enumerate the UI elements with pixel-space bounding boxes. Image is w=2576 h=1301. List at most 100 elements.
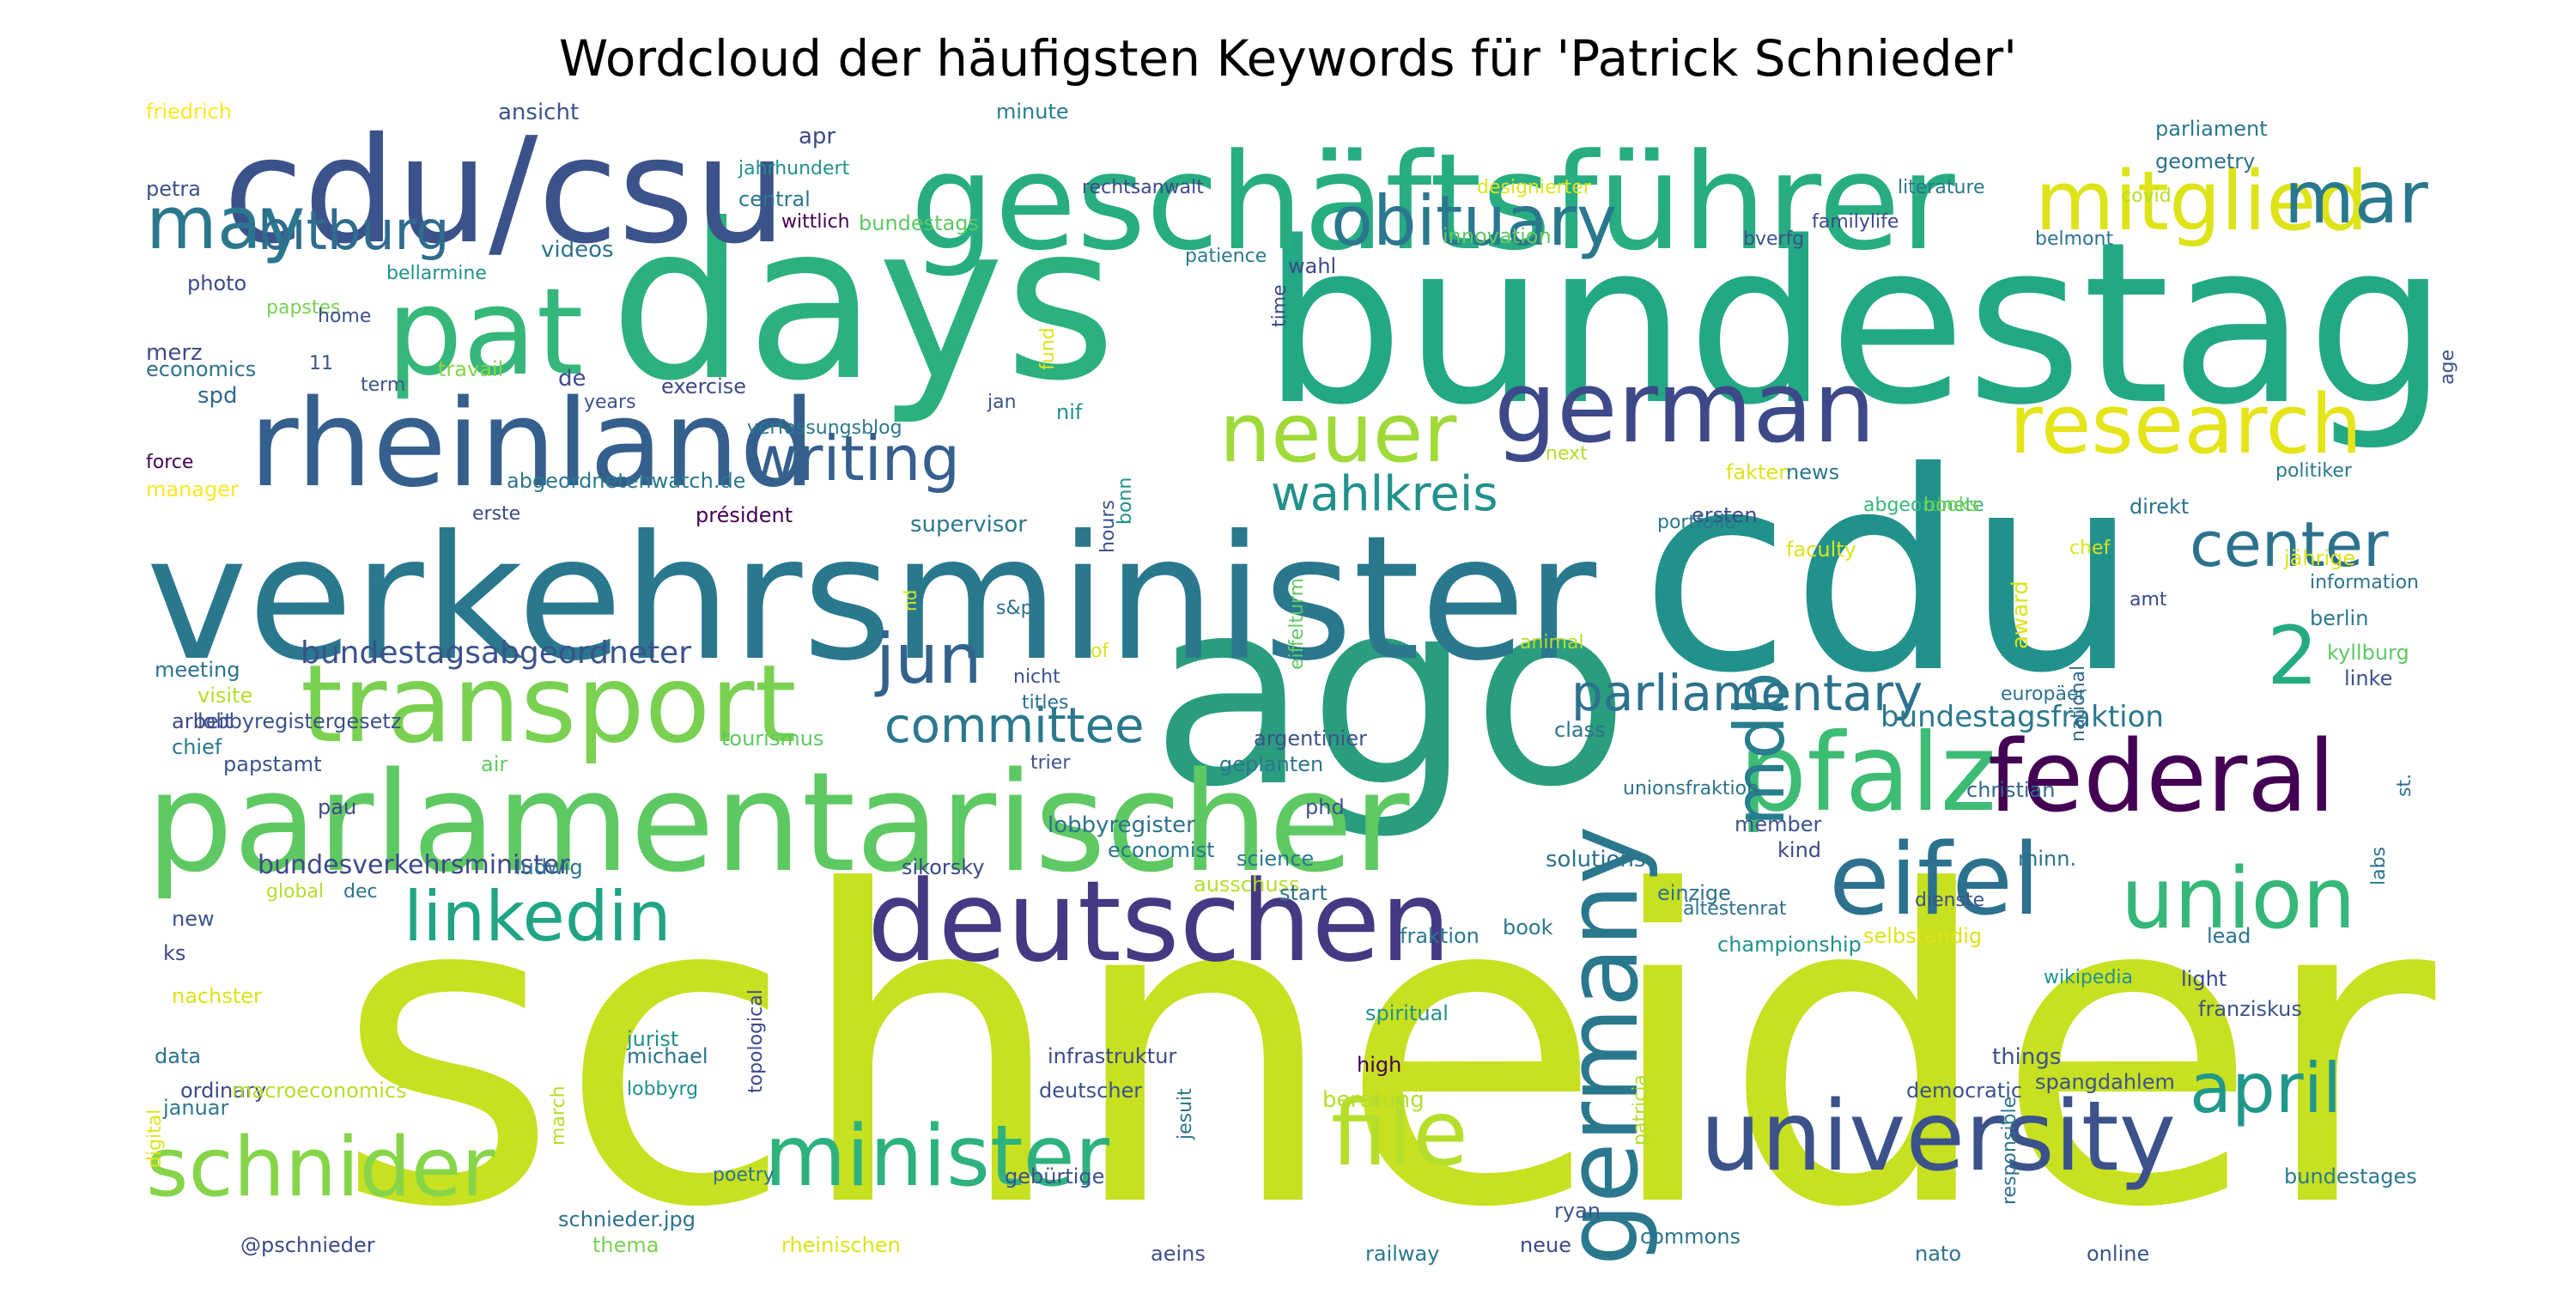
word-patience: patience (1185, 246, 1267, 267)
word-april: april (2190, 1049, 2342, 1128)
word-jährige: jährige (2284, 546, 2356, 570)
word-ks: ks (163, 941, 186, 965)
word-championship: championship (1717, 933, 1862, 957)
word-designierter: designierter (1477, 177, 1591, 198)
word-nato: nato (1915, 1242, 1962, 1266)
word-railway: railway (1365, 1242, 1440, 1266)
word-parliament: parliament (2155, 117, 2268, 141)
word-abgeordnetenwatch-de: abgeordnetenwatch.de (507, 469, 746, 493)
word-schnider: schnider (146, 1121, 495, 1215)
word-university: university (1700, 1081, 2176, 1193)
word-selbständig: selbständig (1863, 924, 1983, 948)
word-commons: commons (1640, 1225, 1741, 1249)
word-dec: dec (343, 881, 378, 903)
word-de: de (558, 366, 586, 392)
word-labs: labs (2368, 846, 2390, 885)
word-poetry: poetry (713, 1164, 775, 1186)
word-bonn: bonn (1115, 477, 1136, 525)
word-patricia: patricia (1630, 1073, 1651, 1146)
word-neuer: neuer (1219, 386, 1457, 481)
word-supervisor: supervisor (910, 512, 1027, 538)
word-jun: jun (876, 619, 982, 699)
word-videos: videos (541, 237, 614, 263)
word-minute: minute (996, 100, 1069, 124)
word-phd: phd (1305, 795, 1345, 819)
word-economics: economics (146, 357, 257, 381)
word-deutscher: deutscher (1039, 1079, 1143, 1103)
word-committee: committee (884, 698, 1145, 754)
word-books: books (1923, 495, 1980, 516)
word-ryan: ryan (1554, 1199, 1601, 1223)
word-member: member (1735, 812, 1822, 836)
word-pschnieder: @pschnieder (240, 1233, 375, 1257)
word-wahlkreis: wahlkreis (1271, 466, 1498, 522)
word-fakten: fakten (1726, 460, 1792, 484)
word-tourismus: tourismus (721, 726, 824, 751)
word-unionsfraktion: unionsfraktion (1623, 778, 1759, 799)
word-age: age (2437, 349, 2458, 385)
word-economist: economist (1108, 838, 1215, 862)
word-trier: trier (1030, 752, 1071, 774)
word-class: class (1554, 718, 1606, 742)
word-ludwig: ludwig (515, 855, 583, 879)
word-macroeconomics: macroeconomics (232, 1079, 407, 1103)
word-titles: titles (1022, 692, 1069, 714)
word-schnieder-jpg: schnieder.jpg (558, 1207, 696, 1231)
word-new: new (172, 907, 215, 931)
word-force: force (146, 452, 194, 473)
word-bundestagsabgeordneter: bundestagsabgeordneter (301, 635, 692, 671)
word-wikipedia: wikipedia (2044, 967, 2134, 988)
word-christian: christian (1966, 778, 2056, 802)
word-bellarmine: bellarmine (386, 263, 487, 284)
word-rechtsanwalt: rechtsanwalt (1082, 177, 1204, 198)
word-bundestages: bundestages (2284, 1164, 2417, 1189)
word-berlin: berlin (2310, 606, 2369, 630)
word-years: years (584, 392, 636, 413)
word-minn: minn. (2018, 847, 2077, 871)
word-ältestenrat: ältestenrat (1683, 898, 1787, 920)
word-s-p: s&p (996, 598, 1033, 619)
word-march: march (548, 1085, 569, 1146)
word-11: 11 (309, 353, 333, 374)
word-data: data (155, 1044, 202, 1068)
word-pr-sident: président (696, 503, 793, 527)
word-next: next (1546, 443, 1588, 465)
wordcloud-canvas: schneider days bundestag cdu ago verkehrsmini… (144, 100, 2464, 1266)
word-neue: neue (1520, 1233, 1571, 1257)
word-bundestagsfraktion: bundestagsfraktion (1880, 700, 2164, 734)
word-apr: apr (799, 124, 836, 149)
word-term: term (361, 374, 406, 396)
word-chef: chef (2069, 538, 2111, 559)
word-spd: spd (197, 383, 238, 409)
word-news: news (1786, 460, 1840, 484)
word-light: light (2181, 967, 2227, 991)
word-lobbyrg: lobbyrg (627, 1079, 699, 1100)
word-award: award (2008, 581, 2033, 649)
word-digital: digital (144, 1109, 166, 1169)
word-franziskus: franziskus (2198, 997, 2302, 1021)
word-ansicht: ansicht (498, 100, 580, 125)
word-manager: manager (146, 477, 239, 502)
word-meeting: meeting (155, 658, 240, 682)
word-spangdahlem: spangdahlem (2035, 1070, 2175, 1094)
word-kyllburg: kyllburg (2327, 641, 2409, 665)
word-things: things (1992, 1044, 2062, 1070)
word-petra: petra (146, 177, 201, 201)
word-exercise: exercise (661, 374, 747, 398)
word-jan: jan (987, 392, 1017, 413)
word-dienste: dienste (1915, 890, 1985, 911)
word-jesuit: jesuit (1175, 1088, 1196, 1140)
word-politiker: politiker (2275, 460, 2352, 482)
word-global: global (266, 881, 325, 903)
word-chief: chief (172, 735, 222, 759)
word-visite: visite (197, 684, 253, 708)
word-lobbyregister: lobbyregister (1048, 812, 1195, 838)
word-bverfg: bverfg (1743, 228, 1805, 250)
word-belmont: belmont (2035, 228, 2114, 250)
word-lead: lead (2207, 924, 2251, 948)
word-kind: kind (1777, 838, 1822, 862)
word-science: science (1236, 847, 1315, 871)
word-nif: nif (1056, 400, 1083, 424)
word-erste: erste (472, 503, 521, 525)
word-linkedin: linkedin (404, 877, 671, 957)
